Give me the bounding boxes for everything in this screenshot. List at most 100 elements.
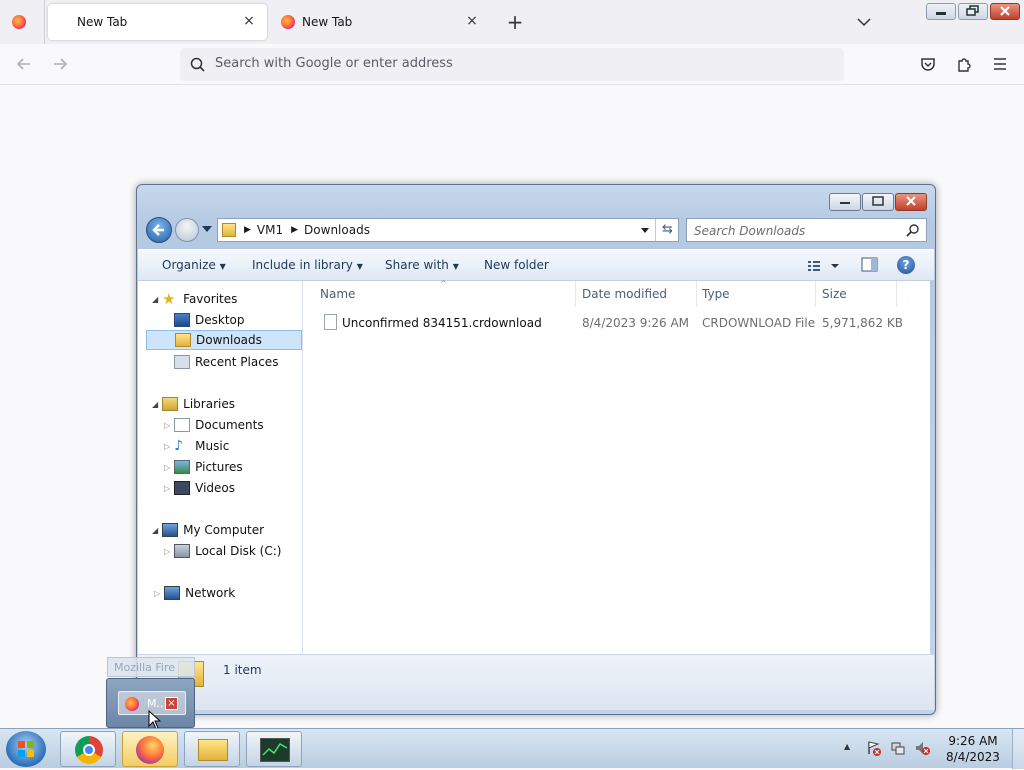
- forward-arrow-icon[interactable]: [48, 52, 72, 76]
- chrome-icon: [75, 736, 103, 764]
- videos-icon: [174, 481, 191, 495]
- close-tab-icon[interactable]: ×: [464, 13, 480, 29]
- firefox-favicon-icon: [281, 15, 295, 29]
- search-icon[interactable]: [906, 223, 920, 237]
- nav-recent-places[interactable]: Recent Places: [174, 352, 278, 372]
- new-tab-plus-icon[interactable]: +: [505, 11, 525, 33]
- search-downloads-input[interactable]: Search Downloads: [686, 218, 927, 242]
- nav-local-disk[interactable]: ▷ Local Disk (C:): [164, 541, 281, 561]
- volume-muted-icon[interactable]: [914, 740, 930, 756]
- list-all-tabs-chevron-icon[interactable]: [854, 12, 874, 32]
- preview-pane-icon[interactable]: [861, 257, 879, 273]
- explorer-forward-button[interactable]: [175, 218, 199, 242]
- tab-label: New Tab: [77, 15, 128, 29]
- taskbar-explorer[interactable]: [184, 731, 240, 767]
- nav-documents[interactable]: ▷ Documents: [164, 415, 264, 435]
- firefox-tab-strip: New Tab × New Tab × +: [0, 0, 1024, 44]
- network-tray-icon[interactable]: [890, 740, 906, 756]
- close-tab-icon[interactable]: ×: [241, 13, 257, 29]
- firefox-icon: [136, 736, 164, 764]
- file-icon: [324, 314, 337, 330]
- explorer-window: ▶ VM1 ▶ Downloads ⇆ Search Downloads Org…: [136, 184, 936, 715]
- table-row[interactable]: Unconfirmed 834151.crdownload 8/4/2023 9…: [303, 312, 930, 334]
- column-size[interactable]: Size: [822, 287, 847, 301]
- extensions-puzzle-icon[interactable]: [952, 52, 976, 76]
- nav-videos[interactable]: ▷ Videos: [164, 478, 235, 498]
- music-icon: ♪: [174, 438, 184, 454]
- column-headers: Name ^ Date modified Type Size: [303, 279, 930, 307]
- column-name[interactable]: Name: [320, 287, 355, 301]
- tab-new-tab-1[interactable]: New Tab ×: [48, 4, 267, 40]
- documents-icon: [174, 418, 191, 432]
- taskbar-firefox[interactable]: [122, 731, 178, 767]
- hamburger-menu-icon[interactable]: [988, 52, 1012, 76]
- tab-new-tab-2[interactable]: New Tab ×: [271, 4, 490, 40]
- address-bar[interactable]: ▶ VM1 ▶ Downloads ⇆: [217, 218, 679, 242]
- recent-places-icon: [174, 355, 190, 369]
- clock-date: 8/4/2023: [946, 750, 1000, 764]
- computer-icon: [162, 523, 179, 537]
- window-close-button[interactable]: [990, 3, 1020, 20]
- show-desktop-button[interactable]: [1012, 729, 1024, 769]
- url-placeholder: Search with Google or enter address: [215, 56, 453, 71]
- nav-downloads[interactable]: Downloads: [146, 330, 302, 350]
- address-dropdown-icon[interactable]: [641, 228, 649, 233]
- change-view-icon[interactable]: [806, 258, 844, 274]
- nav-music[interactable]: ▷ ♪ Music: [164, 436, 229, 456]
- nav-libraries[interactable]: ◢ Libraries: [152, 394, 235, 414]
- include-in-library-menu[interactable]: Include in library ▼: [252, 258, 363, 272]
- libraries-icon: [162, 397, 179, 411]
- file-size: 5,971,862 KB: [822, 316, 903, 330]
- window-minimize-button[interactable]: [926, 3, 956, 20]
- file-type: CRDOWNLOAD File: [702, 316, 816, 330]
- navigation-pane: ◢ ★ Favorites Desktop Downloads Recent Pla…: [138, 281, 303, 654]
- taskbar-task-manager[interactable]: [246, 731, 302, 767]
- recent-pages-dropdown-icon[interactable]: [202, 226, 212, 232]
- item-count: 1 item: [223, 663, 262, 677]
- explorer-close-button[interactable]: [895, 193, 927, 211]
- share-with-menu[interactable]: Share with ▼: [385, 258, 459, 272]
- show-hidden-icons[interactable]: ▲: [844, 742, 850, 751]
- network-icon: [164, 586, 181, 600]
- back-arrow-icon[interactable]: [12, 52, 36, 76]
- nav-my-computer[interactable]: ◢ My Computer: [152, 520, 264, 540]
- nav-network[interactable]: ▷ Network: [154, 583, 235, 603]
- column-date-modified[interactable]: Date modified: [582, 287, 667, 301]
- tab-label: New Tab: [302, 15, 353, 29]
- firefox-navigation-bar: Search with Google or enter address: [0, 44, 1024, 85]
- action-center-icon[interactable]: [866, 740, 882, 756]
- column-type[interactable]: Type: [702, 287, 730, 301]
- nav-favorites[interactable]: ◢ ★ Favorites: [152, 289, 237, 309]
- url-bar[interactable]: Search with Google or enter address: [180, 48, 844, 81]
- refresh-icon[interactable]: ⇆: [655, 219, 679, 241]
- mouse-cursor-icon: [148, 710, 162, 730]
- search-icon: [190, 57, 205, 72]
- windows-taskbar: ▲ 9:26 AM 8/4/2023: [0, 728, 1024, 769]
- thumbnail-label: M..: [147, 697, 164, 710]
- start-button[interactable]: [6, 731, 46, 767]
- help-icon[interactable]: ?: [897, 256, 915, 274]
- breadcrumb-arrow-icon[interactable]: ▶: [291, 225, 298, 235]
- breadcrumb-vm1[interactable]: VM1: [257, 223, 283, 237]
- task-manager-icon: [260, 738, 290, 762]
- nav-pictures[interactable]: ▷ Pictures: [164, 457, 243, 477]
- nav-desktop[interactable]: Desktop: [174, 310, 245, 330]
- breadcrumb-downloads[interactable]: Downloads: [304, 223, 370, 237]
- new-folder-button[interactable]: New folder: [484, 258, 549, 272]
- pocket-icon[interactable]: [916, 52, 940, 76]
- clock-time: 9:26 AM: [948, 734, 998, 748]
- explorer-minimize-button[interactable]: [829, 193, 861, 211]
- search-placeholder: Search Downloads: [694, 224, 806, 238]
- window-restore-button[interactable]: [958, 3, 988, 20]
- thumbnail-close-icon[interactable]: ×: [165, 697, 178, 710]
- tab-divider: [44, 0, 45, 44]
- firefox-view-icon[interactable]: [12, 15, 26, 32]
- breadcrumb-arrow-icon: ▶: [244, 225, 251, 235]
- explorer-back-button[interactable]: [146, 217, 172, 243]
- taskbar-chrome[interactable]: [60, 731, 116, 767]
- downloads-folder-icon: [175, 333, 191, 347]
- explorer-maximize-button[interactable]: [862, 193, 894, 211]
- sort-arrow-icon: ^: [440, 279, 447, 288]
- system-clock[interactable]: 9:26 AM 8/4/2023: [940, 733, 1006, 765]
- organize-menu[interactable]: Organize ▼: [162, 258, 226, 272]
